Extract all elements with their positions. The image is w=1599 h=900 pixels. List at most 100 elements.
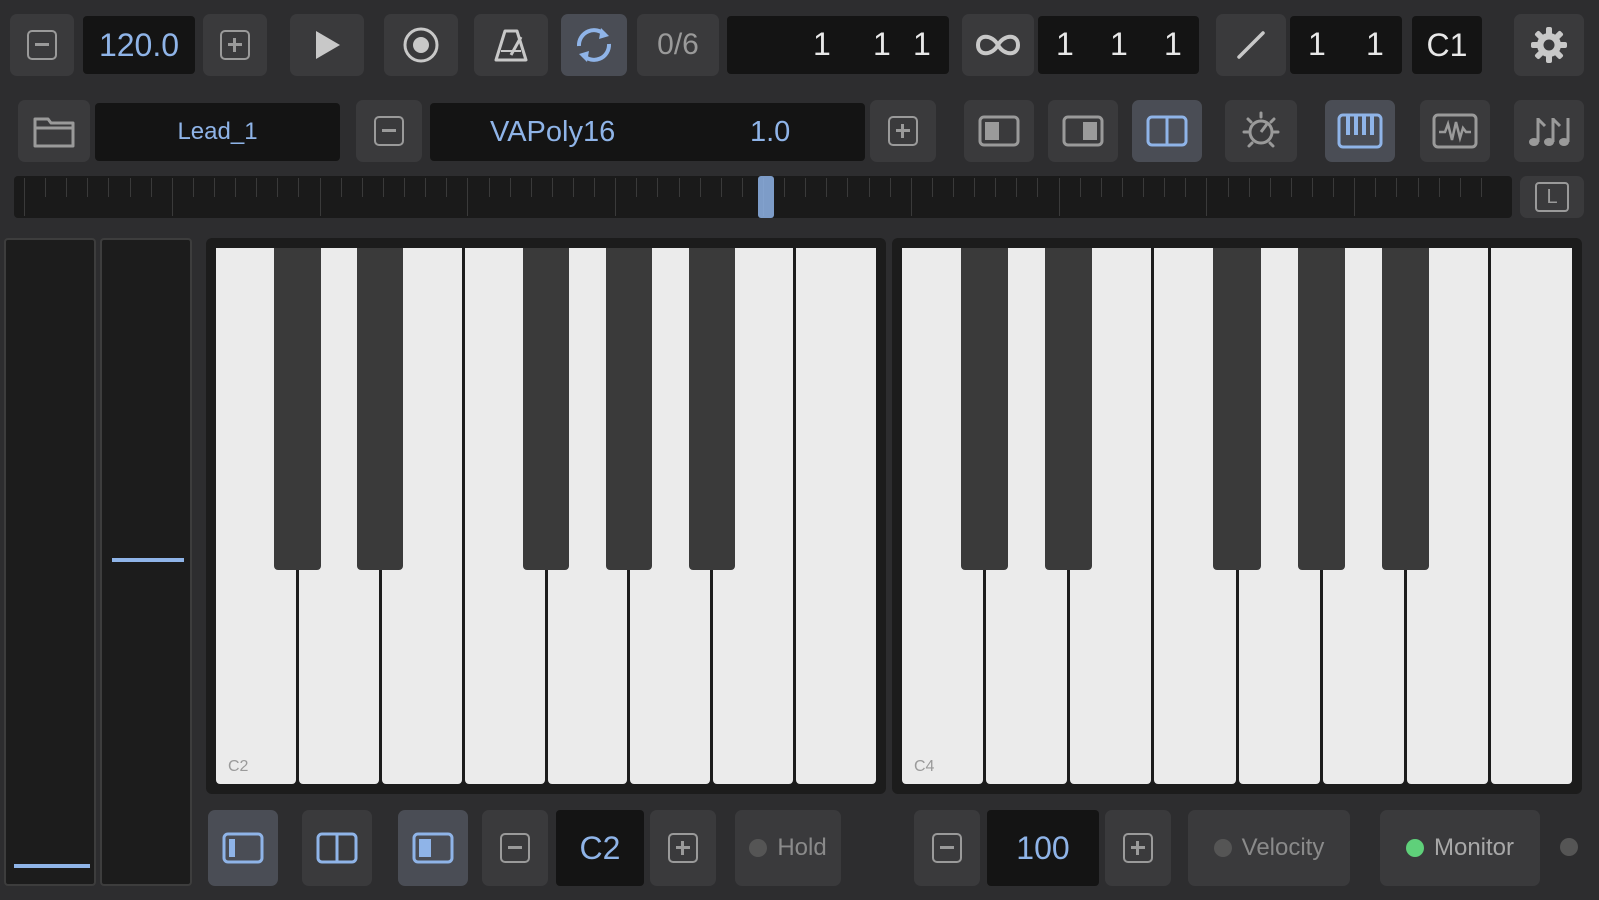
position-beat: 1 — [873, 26, 891, 62]
overview-key-divider — [974, 178, 976, 197]
overview-key-divider — [340, 178, 342, 197]
synth-name: VAPoly16 — [490, 116, 616, 148]
right-keyboard-black-key[interactable] — [1213, 248, 1261, 570]
overview-key-divider — [404, 178, 406, 197]
overview-key-divider — [1100, 178, 1102, 197]
velocity-field[interactable]: 100 — [987, 810, 1099, 886]
overview-key-divider — [741, 178, 743, 197]
overview-key-divider — [87, 178, 89, 197]
velocity-value: 100 — [1016, 829, 1070, 866]
velocity-indicator-dot — [1213, 839, 1232, 857]
scroll-lock-button[interactable]: L — [1520, 176, 1584, 218]
overview-key-divider — [1480, 178, 1482, 197]
left-keyboard-black-key[interactable] — [357, 248, 404, 570]
pencil-button[interactable] — [1216, 14, 1286, 76]
key-field[interactable]: C1 — [1412, 16, 1482, 74]
status-dot — [1560, 838, 1578, 856]
keyboard-view-button[interactable] — [1325, 100, 1395, 162]
octave-up-button[interactable] — [650, 810, 716, 886]
open-folder-button[interactable] — [18, 100, 90, 162]
tempo-decrease-button[interactable] — [10, 14, 74, 76]
right-keyboard-black-key[interactable] — [1297, 248, 1345, 570]
overview-key-divider — [826, 178, 828, 197]
pitch-bend-strip[interactable] — [4, 238, 96, 886]
minus-icon — [500, 833, 530, 863]
hold-label: Hold — [777, 834, 827, 861]
metronome-icon — [494, 29, 528, 62]
left-keyboard-white-key[interactable] — [796, 248, 876, 784]
panel-left-icon — [222, 832, 264, 864]
overview-key-divider — [847, 178, 849, 197]
left-keyboard-black-key[interactable] — [274, 248, 321, 570]
position-field[interactable]: 1 1 1 — [727, 16, 949, 74]
lock-icon: L — [1535, 182, 1569, 212]
position-bar: 1 — [813, 26, 831, 62]
velocity-up-button[interactable] — [1105, 810, 1171, 886]
octave-down-button[interactable] — [482, 810, 548, 886]
preset-name-field[interactable]: Lead_1 — [95, 103, 340, 161]
preset-previous-button[interactable] — [356, 100, 422, 162]
keyboard-range-handle[interactable] — [758, 176, 774, 218]
overview-key-divider — [1058, 178, 1060, 216]
right-keyboard-black-key[interactable] — [1045, 248, 1093, 570]
scope-view-button[interactable] — [1420, 100, 1490, 162]
loop-sync-button[interactable] — [561, 14, 627, 76]
overview-key-divider — [805, 178, 807, 197]
velocity-down-button[interactable] — [914, 810, 980, 886]
synth-value: 1.0 — [750, 116, 791, 148]
right-keyboard-white-key[interactable] — [1490, 248, 1572, 784]
quantize-value-1: 1 — [1308, 26, 1326, 62]
right-keyboard-black-key[interactable] — [961, 248, 1009, 570]
overview-key-divider — [467, 178, 469, 216]
loop-position-field[interactable]: 1 1 1 — [1038, 16, 1199, 74]
settings-button[interactable] — [1514, 14, 1584, 76]
effects-button[interactable] — [1225, 100, 1297, 162]
keyboard-overview-strip[interactable] — [14, 176, 1512, 218]
view-split-button[interactable] — [1132, 100, 1202, 162]
hold-indicator-dot — [749, 839, 768, 857]
overview-key-divider — [66, 178, 68, 197]
layout-right-button[interactable] — [398, 810, 468, 886]
right-keyboard-black-key[interactable] — [1381, 248, 1429, 570]
plus-icon — [220, 30, 250, 60]
layout-left-button[interactable] — [208, 810, 278, 886]
quantize-field[interactable]: 1 1 — [1290, 16, 1402, 74]
overview-key-divider — [953, 178, 955, 197]
overview-key-divider — [171, 178, 173, 216]
monitor-label: Monitor — [1433, 834, 1515, 861]
loop-button[interactable] — [962, 14, 1034, 76]
left-keyboard-black-key[interactable] — [522, 248, 570, 570]
notes-button[interactable] — [1514, 100, 1584, 162]
overview-key-divider — [1438, 178, 1440, 197]
hold-toggle[interactable]: Hold — [735, 810, 841, 886]
sync-icon — [577, 28, 611, 62]
overview-key-divider — [615, 178, 617, 216]
minus-icon — [932, 833, 962, 863]
monitor-indicator-dot — [1405, 839, 1424, 857]
left-keyboard-black-key[interactable] — [605, 248, 653, 570]
gear-icon — [1531, 27, 1567, 63]
pattern-counter[interactable]: 0/6 — [637, 14, 719, 76]
octave-field[interactable]: C2 — [556, 810, 644, 886]
preset-next-button[interactable] — [870, 100, 936, 162]
overview-key-divider — [1290, 178, 1292, 197]
velocity-toggle[interactable]: Velocity — [1188, 810, 1350, 886]
left-keyboard-black-key[interactable] — [688, 248, 735, 570]
layout-split-button[interactable] — [302, 810, 372, 886]
metronome-button[interactable] — [474, 14, 548, 76]
record-button[interactable] — [384, 14, 458, 76]
synth-field[interactable]: VAPoly16 1.0 — [430, 103, 865, 161]
view-right-button[interactable] — [1048, 100, 1118, 162]
play-button[interactable] — [290, 14, 364, 76]
mod-wheel-strip[interactable] — [100, 238, 192, 886]
monitor-toggle[interactable]: Monitor — [1380, 810, 1540, 886]
overview-key-divider — [1333, 178, 1335, 197]
overview-key-divider — [192, 178, 194, 197]
view-left-button[interactable] — [964, 100, 1034, 162]
tempo-increase-button[interactable] — [203, 14, 267, 76]
overview-key-divider — [446, 178, 448, 197]
tempo-field[interactable]: 120.0 — [83, 16, 195, 74]
minus-icon — [374, 116, 404, 146]
position-tick: 1 — [913, 26, 931, 62]
overview-key-divider — [995, 178, 997, 197]
